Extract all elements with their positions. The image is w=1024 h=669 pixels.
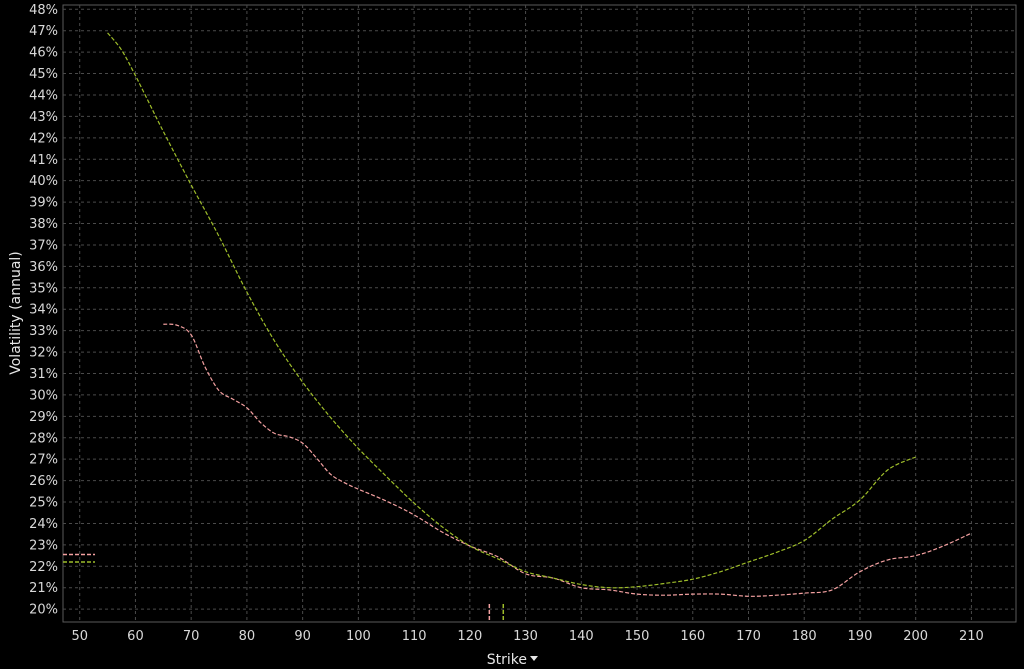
x-axis-label[interactable]: Strike (487, 652, 527, 668)
y-tick-label: 38% (29, 217, 58, 232)
x-tick-label: 170 (736, 629, 761, 644)
x-tick-label: 210 (959, 629, 984, 644)
caret-down-icon[interactable] (530, 656, 538, 661)
y-tick-label: 44% (29, 88, 58, 103)
y-tick-label: 21% (29, 581, 58, 596)
x-tick-label: 70 (183, 629, 200, 644)
x-tick-label: 50 (71, 629, 88, 644)
y-axis-label: Volatility (annual) (8, 251, 24, 375)
y-tick-label: 26% (29, 474, 58, 489)
y-tick-label: 43% (29, 110, 58, 125)
y-tick-label: 37% (29, 238, 58, 253)
y-tick-label: 33% (29, 324, 58, 339)
y-tick-label: 42% (29, 131, 58, 146)
volatility-chart: 20% 21% 22% 23% 24% 25% 26% 27% 28% 29% 30% 31% 32% 3… (8, 3, 1017, 668)
y-tick-label: 40% (29, 174, 58, 189)
y-tick-label: 25% (29, 496, 58, 511)
y-tick-label: 22% (29, 560, 58, 575)
plot-area (62, 4, 1017, 623)
y-tick-label: 30% (29, 388, 58, 403)
x-axis-ticks: 50 60 70 80 90 100 110 120 130 140 150 160 170 180 190… (71, 629, 983, 644)
x-tick-label: 160 (680, 629, 705, 644)
y-tick-label: 36% (29, 260, 58, 275)
x-tick-label: 150 (625, 629, 650, 644)
x-tick-label: 100 (346, 629, 371, 644)
y-tick-label: 41% (29, 153, 58, 168)
y-tick-label: 31% (29, 367, 58, 382)
y-tick-label: 29% (29, 410, 58, 425)
y-tick-label: 45% (29, 67, 58, 82)
y-tick-label: 20% (29, 603, 58, 618)
x-axis-label-group[interactable]: Strike (487, 652, 538, 668)
x-tick-label: 90 (294, 629, 311, 644)
x-tick-label: 80 (239, 629, 256, 644)
y-tick-label: 46% (29, 46, 58, 61)
x-tick-label: 120 (457, 629, 482, 644)
y-axis-ticks: 20% 21% 22% 23% 24% 25% 26% 27% 28% 29% 30% 31% 32% 3… (29, 3, 58, 618)
x-tick-label: 110 (402, 629, 427, 644)
y-tick-label: 48% (29, 3, 58, 18)
y-tick-label: 35% (29, 281, 58, 296)
y-tick-label: 28% (29, 431, 58, 446)
x-tick-label: 60 (127, 629, 144, 644)
y-tick-label: 24% (29, 517, 58, 532)
x-tick-label: 140 (569, 629, 594, 644)
y-tick-label: 39% (29, 196, 58, 211)
x-tick-label: 180 (792, 629, 817, 644)
x-tick-label: 200 (903, 629, 928, 644)
y-tick-label: 47% (29, 24, 58, 39)
y-tick-label: 27% (29, 453, 58, 468)
x-tick-label: 130 (513, 629, 538, 644)
x-tick-label: 190 (848, 629, 873, 644)
y-tick-label: 32% (29, 346, 58, 361)
y-tick-label: 34% (29, 303, 58, 318)
y-tick-label: 23% (29, 538, 58, 553)
